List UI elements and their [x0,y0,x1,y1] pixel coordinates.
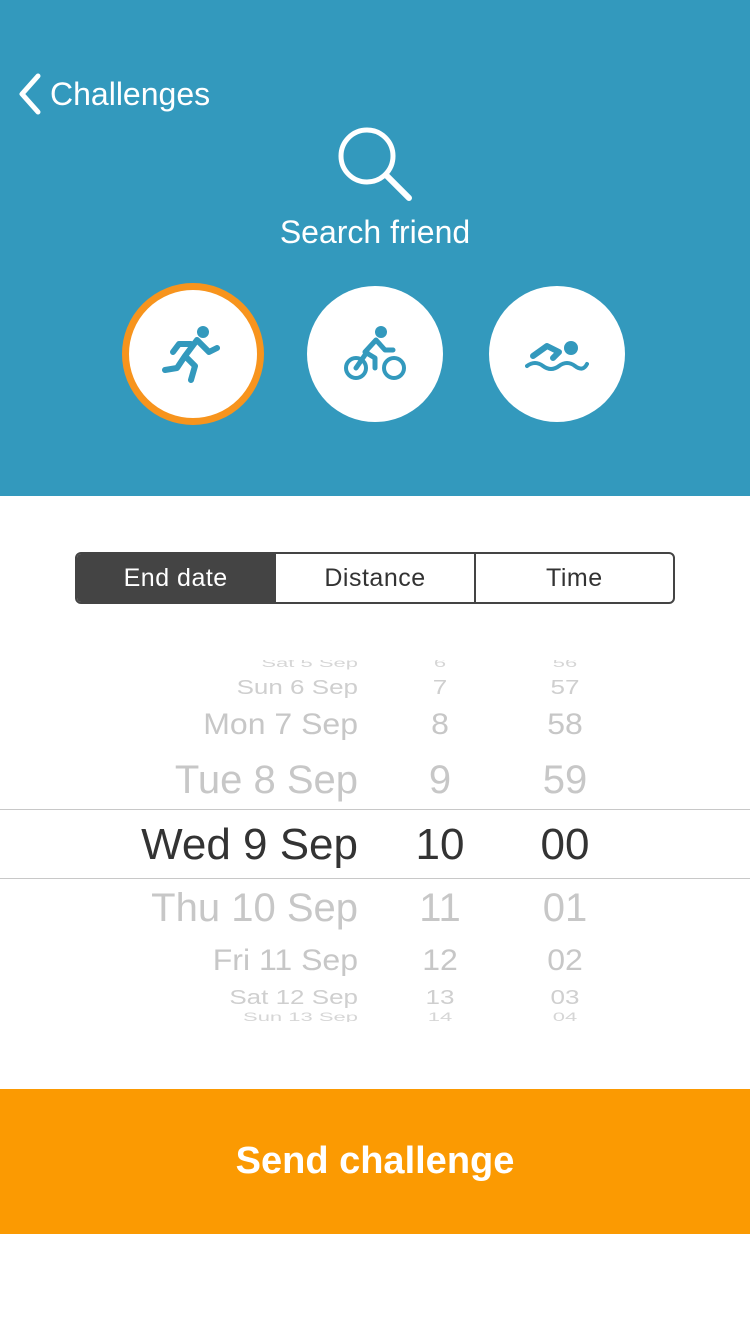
segment-time[interactable]: Time [476,554,673,602]
hour-option: 12 [422,943,458,977]
minute-option: 03 [550,985,580,1009]
cycling-icon [344,326,406,380]
chevron-left-icon [19,73,41,115]
minute-option: 58 [547,707,583,741]
date-wheel[interactable]: Sat 5 Sep Sun 6 Sep Mon 7 Sep Tue 8 Sep … [0,660,370,1022]
selected-date: Wed 9 Sep [141,820,358,869]
date-option: Sun 13 Sep [243,1009,358,1022]
hour-option: 11 [419,886,461,930]
send-challenge-button[interactable]: Send challenge [0,1089,750,1234]
back-label: Challenges [50,75,211,112]
minute-option: 59 [542,758,588,802]
running-icon [162,326,220,383]
mode-segmented-control: End date Distance Time [75,552,675,604]
swimming-icon [525,341,589,371]
minute-option: 04 [552,1009,578,1022]
date-option: Sat 12 Sep [229,985,358,1009]
date-option: Mon 7 Sep [203,707,358,741]
sport-running-button[interactable] [122,283,264,425]
date-option: Sun 6 Sep [236,675,358,699]
minute-option: 02 [547,943,583,977]
search-friend-button[interactable]: Search friend [255,124,495,254]
hour-option: 7 [432,675,448,699]
segment-end-date[interactable]: End date [77,554,277,602]
hour-option: 14 [427,1009,453,1022]
back-button[interactable]: Challenges [16,70,210,118]
sport-swimming-button[interactable] [489,286,625,422]
hour-option: 8 [431,707,449,741]
hour-option: 9 [428,758,452,802]
minute-option: 56 [552,660,578,670]
date-time-picker: Sat 5 Sep Sun 6 Sep Mon 7 Sep Tue 8 Sep … [0,660,750,1022]
date-option: Tue 8 Sep [174,758,358,802]
date-option: Fri 11 Sep [212,943,358,977]
minute-wheel[interactable]: 56 57 58 59 00 01 02 03 04 [500,660,630,1022]
header: Challenges Search friend [0,0,750,496]
hour-option: 13 [425,985,455,1009]
date-option: Thu 10 Sep [151,886,358,930]
search-icon [338,127,412,201]
sport-cycling-button[interactable] [307,286,443,422]
selected-minute: 00 [540,820,590,869]
hour-option: 6 [433,660,447,670]
selected-hour: 10 [415,820,465,869]
minute-option: 57 [550,675,580,699]
date-option: Sat 5 Sep [261,660,358,670]
search-friend-label: Search friend [279,214,471,250]
hour-wheel[interactable]: 6 7 8 9 10 11 12 13 14 [380,660,500,1022]
segment-distance[interactable]: Distance [276,554,476,602]
minute-option: 01 [542,886,588,930]
